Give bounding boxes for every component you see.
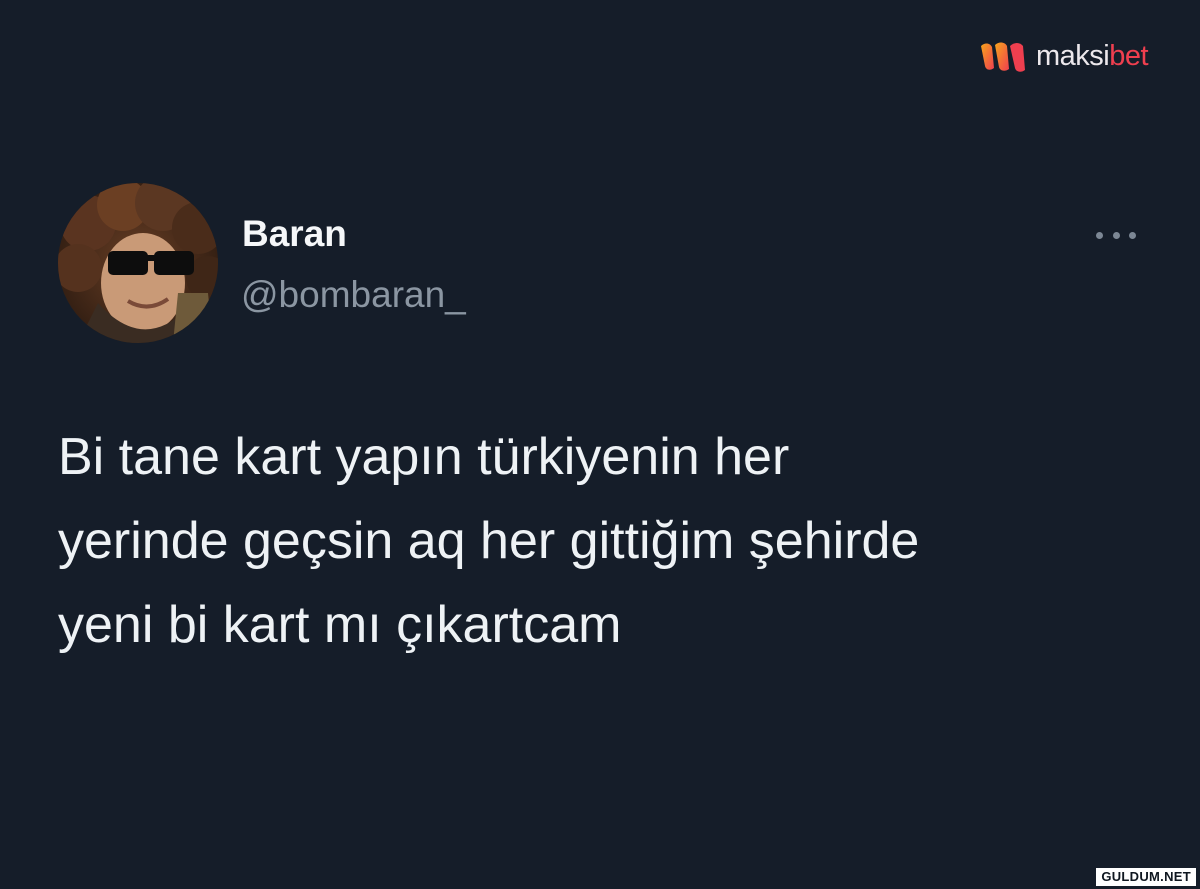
maksibet-logo-icon <box>981 42 1025 72</box>
more-dot <box>1129 231 1136 239</box>
brand-name: maksibet <box>1036 39 1149 72</box>
tweet-text-line: yerinde geçsin aq her gittiğim şehirde <box>58 512 920 570</box>
tweet-text-line: Bi tane kart yapın türkiyenin her <box>58 428 790 486</box>
brand-logo: maksibet <box>978 38 1149 74</box>
brand-name-part1: maksi <box>1036 39 1110 72</box>
profile-avatar[interactable] <box>58 183 218 343</box>
site-watermark: GULDUM.NET <box>1096 868 1196 886</box>
profile-photo <box>58 183 218 343</box>
tweet-text-line: yeni bi kart mı çıkartcam <box>58 596 622 654</box>
more-options-icon[interactable] <box>1094 224 1138 246</box>
author-name[interactable]: Baran <box>242 212 347 256</box>
tweet-text: Bi tane kart yapın türkiyenin her yerind… <box>58 415 1148 667</box>
brand-name-part2: bet <box>1109 39 1149 72</box>
more-dot <box>1112 231 1120 239</box>
author-handle[interactable]: @bombaran_ <box>241 273 466 317</box>
more-dot <box>1096 231 1103 239</box>
